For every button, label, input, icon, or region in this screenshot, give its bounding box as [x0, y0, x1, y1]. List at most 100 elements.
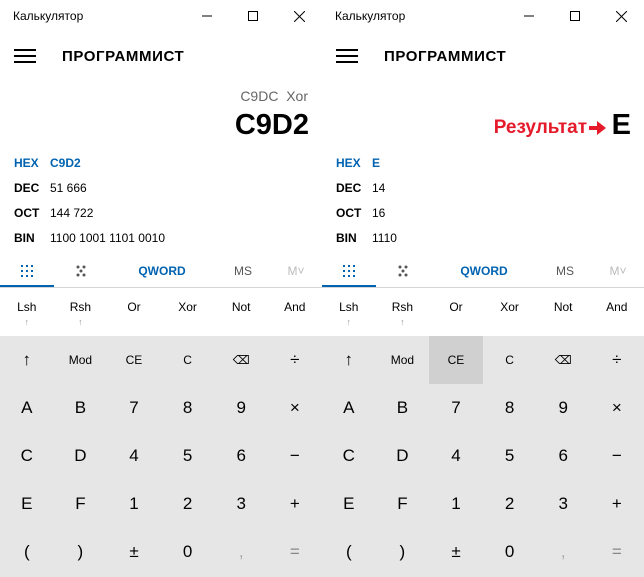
- key-c[interactable]: C: [322, 432, 376, 480]
- mod-button[interactable]: Mod: [376, 336, 430, 384]
- decimal-button[interactable]: ,: [536, 528, 590, 576]
- lsh-button[interactable]: Lsh ↑: [322, 300, 376, 327]
- key-d[interactable]: D: [54, 432, 108, 480]
- memory-store-button[interactable]: MS: [538, 254, 592, 288]
- key-a[interactable]: A: [322, 384, 376, 432]
- key-5[interactable]: 5: [161, 432, 215, 480]
- multiply-button[interactable]: ×: [590, 384, 644, 432]
- radix-oct-row[interactable]: OCT 144 722: [14, 203, 93, 223]
- key-e[interactable]: E: [0, 480, 54, 528]
- key-e[interactable]: E: [322, 480, 376, 528]
- clear-button[interactable]: C: [483, 336, 537, 384]
- keypad-tabs: QWORD MS M˅: [0, 254, 322, 288]
- clear-entry-button[interactable]: CE: [429, 336, 483, 384]
- key-6[interactable]: 6: [214, 432, 268, 480]
- key-b[interactable]: B: [54, 384, 108, 432]
- word-size-button[interactable]: QWORD: [108, 254, 216, 288]
- or-button[interactable]: Or: [107, 300, 161, 314]
- backspace-button[interactable]: ⌫: [536, 336, 590, 384]
- key-7[interactable]: 7: [107, 384, 161, 432]
- multiply-button[interactable]: ×: [268, 384, 322, 432]
- radix-dec-row[interactable]: DEC 14: [336, 178, 385, 198]
- key-4[interactable]: 4: [429, 432, 483, 480]
- maximize-button[interactable]: [552, 0, 598, 32]
- minus-button[interactable]: −: [590, 432, 644, 480]
- mod-button[interactable]: Mod: [54, 336, 108, 384]
- key-d[interactable]: D: [376, 432, 430, 480]
- open-paren-button[interactable]: (: [0, 528, 54, 576]
- xor-button[interactable]: Xor: [161, 300, 215, 314]
- key-3[interactable]: 3: [536, 480, 590, 528]
- key-f[interactable]: F: [54, 480, 108, 528]
- radix-hex-row[interactable]: HEX C9D2: [14, 153, 81, 173]
- close-paren-button[interactable]: ): [54, 528, 108, 576]
- key-f[interactable]: F: [376, 480, 430, 528]
- open-paren-button[interactable]: (: [322, 528, 376, 576]
- key-c[interactable]: C: [0, 432, 54, 480]
- minimize-button[interactable]: [506, 0, 552, 32]
- divide-button[interactable]: ÷: [590, 336, 644, 384]
- key-3[interactable]: 3: [214, 480, 268, 528]
- backspace-button[interactable]: ⌫: [214, 336, 268, 384]
- close-paren-button[interactable]: ): [376, 528, 430, 576]
- hamburger-icon[interactable]: [336, 49, 358, 63]
- rsh-button[interactable]: Rsh ↑: [54, 300, 108, 327]
- decimal-button[interactable]: ,: [214, 528, 268, 576]
- key-8[interactable]: 8: [161, 384, 215, 432]
- not-button[interactable]: Not: [536, 300, 590, 314]
- equals-button[interactable]: =: [590, 528, 644, 576]
- minimize-button[interactable]: [184, 0, 230, 32]
- key-2[interactable]: 2: [161, 480, 215, 528]
- key-a[interactable]: A: [0, 384, 54, 432]
- shift-button[interactable]: ↑: [0, 336, 54, 384]
- memory-list-button[interactable]: M˅: [270, 254, 322, 288]
- radix-oct-row[interactable]: OCT 16: [336, 203, 385, 223]
- close-button[interactable]: [598, 0, 644, 32]
- key-9[interactable]: 9: [214, 384, 268, 432]
- tab-full-keypad[interactable]: [322, 254, 376, 288]
- radix-hex-row[interactable]: HEX E: [336, 153, 380, 173]
- key-9[interactable]: 9: [536, 384, 590, 432]
- tab-full-keypad[interactable]: [0, 254, 54, 288]
- tab-bit-keypad[interactable]: [54, 254, 108, 288]
- and-button[interactable]: And: [590, 300, 644, 314]
- lsh-button[interactable]: Lsh ↑: [0, 300, 54, 327]
- plus-button[interactable]: +: [590, 480, 644, 528]
- rsh-button[interactable]: Rsh ↑: [376, 300, 430, 327]
- memory-store-button[interactable]: MS: [216, 254, 270, 288]
- or-button[interactable]: Or: [429, 300, 483, 314]
- plus-button[interactable]: +: [268, 480, 322, 528]
- clear-entry-button[interactable]: CE: [107, 336, 161, 384]
- key-7[interactable]: 7: [429, 384, 483, 432]
- divide-button[interactable]: ÷: [268, 336, 322, 384]
- not-button[interactable]: Not: [214, 300, 268, 314]
- radix-bin-row[interactable]: BIN 1110: [336, 228, 397, 248]
- clear-button[interactable]: C: [161, 336, 215, 384]
- tab-bit-keypad[interactable]: [376, 254, 430, 288]
- radix-bin-row[interactable]: BIN 1100 1001 1101 0010: [14, 228, 165, 248]
- word-size-button[interactable]: QWORD: [430, 254, 538, 288]
- negate-button[interactable]: ±: [429, 528, 483, 576]
- key-0[interactable]: 0: [483, 528, 537, 576]
- and-button[interactable]: And: [268, 300, 322, 314]
- key-1[interactable]: 1: [429, 480, 483, 528]
- radix-label: BIN: [14, 231, 35, 245]
- close-button[interactable]: [276, 0, 322, 32]
- minus-button[interactable]: −: [268, 432, 322, 480]
- key-1[interactable]: 1: [107, 480, 161, 528]
- memory-list-button[interactable]: M˅: [592, 254, 644, 288]
- hamburger-icon[interactable]: [14, 49, 36, 63]
- equals-button[interactable]: =: [268, 528, 322, 576]
- xor-button[interactable]: Xor: [483, 300, 537, 314]
- key-0[interactable]: 0: [161, 528, 215, 576]
- key-8[interactable]: 8: [483, 384, 537, 432]
- maximize-button[interactable]: [230, 0, 276, 32]
- negate-button[interactable]: ±: [107, 528, 161, 576]
- key-2[interactable]: 2: [483, 480, 537, 528]
- key-6[interactable]: 6: [536, 432, 590, 480]
- key-4[interactable]: 4: [107, 432, 161, 480]
- shift-button[interactable]: ↑: [322, 336, 376, 384]
- key-b[interactable]: B: [376, 384, 430, 432]
- key-5[interactable]: 5: [483, 432, 537, 480]
- radix-dec-row[interactable]: DEC 51 666: [14, 178, 87, 198]
